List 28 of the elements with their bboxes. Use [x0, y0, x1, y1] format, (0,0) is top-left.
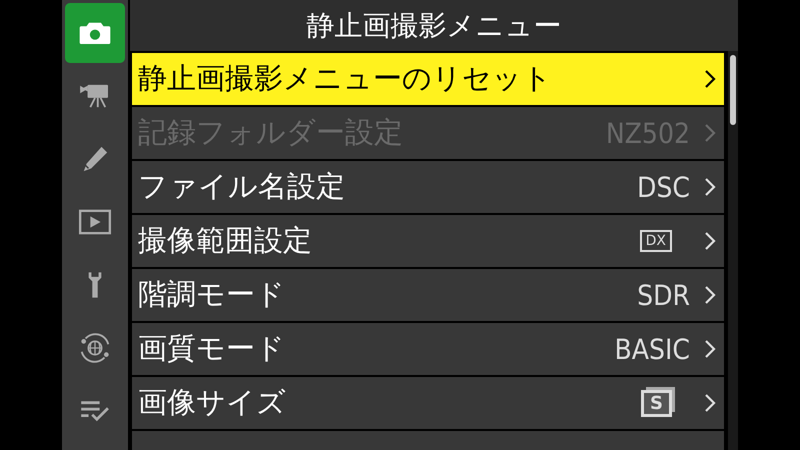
chevron-icon [704, 123, 716, 143]
pencil-icon [81, 145, 109, 173]
menu-title: 静止画撮影メニュー [306, 8, 562, 44]
menu-item[interactable]: 画質モード BASIC [132, 323, 724, 375]
menu-item[interactable]: 撮像範囲設定 DX [132, 215, 724, 267]
checklist-icon [79, 399, 111, 423]
menu-item[interactable]: 静止画撮影メニューのリセット [132, 53, 724, 105]
menu-item[interactable]: ファイル名設定 DSC [132, 161, 724, 213]
chevron-icon [704, 231, 716, 251]
chevron-icon [704, 393, 716, 413]
menu-tab[interactable] [65, 3, 125, 63]
menu-item[interactable]: 画像サイズ S [132, 377, 724, 429]
movie-camera-icon [79, 83, 111, 109]
setting-value: DSC [637, 170, 690, 204]
chevron-icon [704, 69, 716, 89]
chevron-icon [704, 339, 716, 359]
globe-icon [78, 331, 112, 365]
area-badge: DX [640, 230, 672, 252]
setting-value: SDR [637, 278, 690, 312]
chevron-icon [704, 285, 716, 305]
menu-item[interactable]: 階調モード SDR [132, 269, 724, 321]
play-icon [78, 209, 112, 235]
wrench-icon [86, 270, 104, 300]
chevron-icon [704, 177, 716, 197]
scrollbar[interactable] [728, 51, 738, 450]
camera-icon [78, 20, 112, 46]
setting-value: BASIC [614, 332, 690, 366]
size-badge: S [641, 390, 672, 416]
